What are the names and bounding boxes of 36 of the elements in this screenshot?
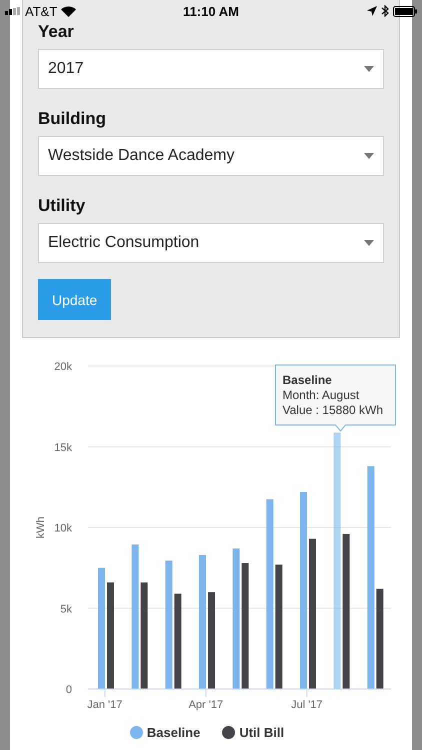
field-label: Utility: [38, 196, 86, 216]
legend-label[interactable]: Util Bill: [239, 725, 284, 740]
axis-label: 5k: [60, 603, 72, 616]
caret-icon: [364, 66, 374, 72]
axis-label: 15k: [54, 442, 72, 454]
carrier: AT&T: [25, 4, 58, 18]
bar[interactable]: [275, 564, 282, 689]
field-label: Year: [38, 22, 75, 42]
axis-label: Apr '17: [188, 699, 224, 711]
bar[interactable]: [174, 594, 182, 689]
wifi-icon: [61, 6, 76, 16]
bar[interactable]: [140, 582, 148, 689]
dropdown[interactable]: Westside Dance Academy: [38, 136, 384, 176]
location-icon: [367, 6, 377, 16]
tooltip-title: Baseline: [282, 373, 332, 387]
tooltip-text: Month: August: [282, 388, 360, 402]
axis-title: kWh: [35, 516, 47, 538]
axis-label: 20k: [54, 361, 72, 373]
axis-label: 0: [66, 684, 72, 696]
dropdown[interactable]: Electric Consumption: [38, 223, 384, 263]
bar[interactable]: [342, 534, 350, 689]
bar[interactable]: [376, 588, 384, 689]
battery-icon: [393, 6, 417, 16]
axis-label: Jul '17: [291, 699, 323, 711]
tooltip-text: Value : 15880 kWh: [282, 403, 384, 417]
signal-icon: [5, 7, 21, 15]
axis-label: 10k: [54, 522, 72, 534]
caret-icon: [364, 153, 374, 159]
dropdown[interactable]: 2017: [38, 49, 384, 89]
bluetooth-icon: [381, 5, 389, 17]
clock: 11:10 AM: [183, 4, 239, 18]
axis-label: Jan '17: [87, 699, 122, 711]
bar[interactable]: [242, 563, 249, 689]
field-label: Building: [38, 109, 107, 129]
caret-icon: [364, 240, 374, 246]
legend-label[interactable]: Baseline: [146, 725, 200, 740]
